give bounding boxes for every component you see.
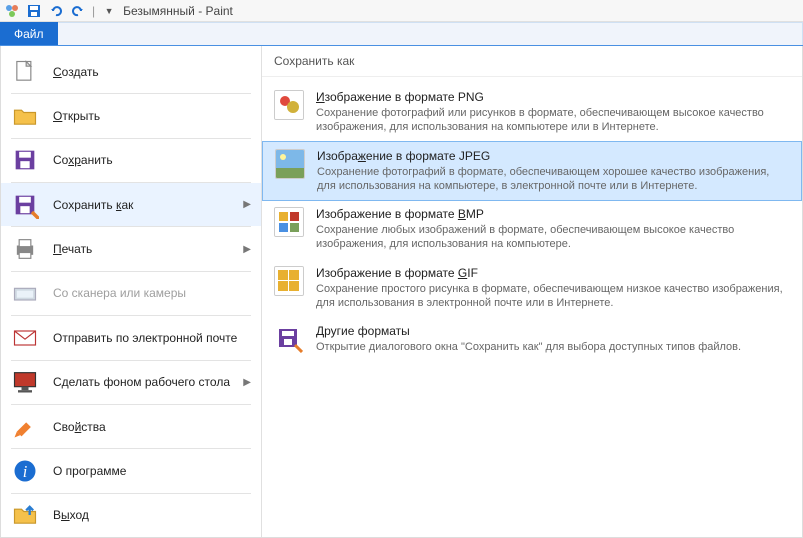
menu-open-label: Открыть [53,109,100,123]
window-title: Безымянный - Paint [123,4,233,18]
format-gif-title: Изображение в формате GIF [316,266,790,280]
format-png-title: Изображение в формате PNG [316,90,790,104]
redo-icon[interactable] [70,3,86,19]
properties-icon [11,413,39,441]
menu-save-label: Сохранить [53,153,113,167]
menu-exit[interactable]: Выход [1,494,261,537]
chevron-right-icon: ▶ [243,377,251,388]
desktop-icon [11,368,39,396]
app-icon [4,3,20,19]
format-bmp-title: Изображение в формате BMP [316,207,790,221]
file-tab[interactable]: Файл [0,22,58,45]
menu-print-label: Печать [53,242,92,256]
menu-properties[interactable]: Свойства [1,405,261,448]
left-menu: Создать Открыть Сохранить [1,46,261,537]
open-icon [11,102,39,130]
format-bmp[interactable]: Изображение в формате BMP Сохранение люб… [262,200,802,259]
menu-send-email-label: Отправить по электронной почте [53,331,237,345]
file-tab-label: Файл [14,27,44,41]
save-disk-icon [11,146,39,174]
menu-save[interactable]: Сохранить [1,139,261,182]
new-icon [11,58,39,86]
format-gif-desc: Сохранение простого рисунка в формате, о… [316,282,790,311]
format-bmp-desc: Сохранение любых изображений в формате, … [316,223,790,252]
title-bar: | ▼ Безымянный - Paint [0,0,803,22]
menu-new-label: Создать [53,65,99,79]
format-png[interactable]: Изображение в формате PNG Сохранение фот… [262,83,802,142]
menu-scanner: Со сканера или камеры [1,272,261,315]
format-other-desc: Открытие диалогового окна "Сохранить как… [316,340,790,354]
menu-set-wallpaper-label: Сделать фоном рабочего стола [53,375,230,389]
mail-icon [11,324,39,352]
backstage: Создать Открыть Сохранить [0,46,803,538]
format-jpeg-desc: Сохранение фотографий в формате, обеспеч… [317,165,789,194]
menu-about[interactable]: i О программе [1,449,261,492]
svg-text:i: i [23,462,28,481]
menu-new[interactable]: Создать [1,50,261,93]
chevron-right-icon: ▶ [243,199,251,210]
menu-about-label: О программе [53,464,126,478]
menu-save-as-label: Сохранить как [53,198,133,212]
menu-properties-label: Свойства [53,420,106,434]
undo-icon[interactable] [48,3,64,19]
png-thumb-icon [274,90,304,120]
bmp-thumb-icon [274,207,304,237]
jpeg-thumb-icon [275,149,305,179]
menu-scanner-label: Со сканера или камеры [53,286,186,300]
menu-print[interactable]: Печать ▶ [1,227,261,270]
format-list: Изображение в формате PNG Сохранение фот… [262,77,802,368]
other-format-icon [274,324,304,354]
print-icon [11,235,39,263]
ribbon-empty-area [58,22,803,45]
chevron-right-icon: ▶ [243,244,251,255]
menu-save-as[interactable]: Сохранить как ▶ [1,183,261,226]
menu-open[interactable]: Открыть [1,94,261,137]
paint-window: | ▼ Безымянный - Paint Файл Создать [0,0,803,538]
qat-separator: | [92,4,95,18]
format-png-desc: Сохранение фотографий или рисунков в фор… [316,106,790,135]
format-gif[interactable]: Изображение в формате GIF Сохранение про… [262,259,802,318]
format-jpeg-title: Изображение в формате JPEG [317,149,789,163]
save-as-panel: Сохранить как Изображение в формате PNG … [261,46,802,537]
menu-send-email[interactable]: Отправить по электронной почте [1,316,261,359]
panel-header: Сохранить как [262,46,802,77]
quick-access-toolbar: | ▼ [4,3,117,19]
qat-dropdown-icon[interactable]: ▼ [101,3,117,19]
menu-exit-label: Выход [53,508,89,522]
format-jpeg[interactable]: Изображение в формате JPEG Сохранение фо… [262,141,802,202]
menu-set-wallpaper[interactable]: Сделать фоном рабочего стола ▶ [1,361,261,404]
scanner-icon [11,279,39,307]
gif-thumb-icon [274,266,304,296]
save-as-icon [11,191,39,219]
ribbon-tabs: Файл [0,22,803,46]
format-other[interactable]: Другие форматы Открытие диалогового окна… [262,317,802,361]
exit-icon [11,501,39,529]
info-icon: i [11,457,39,485]
save-icon[interactable] [26,3,42,19]
format-other-title: Другие форматы [316,324,790,338]
